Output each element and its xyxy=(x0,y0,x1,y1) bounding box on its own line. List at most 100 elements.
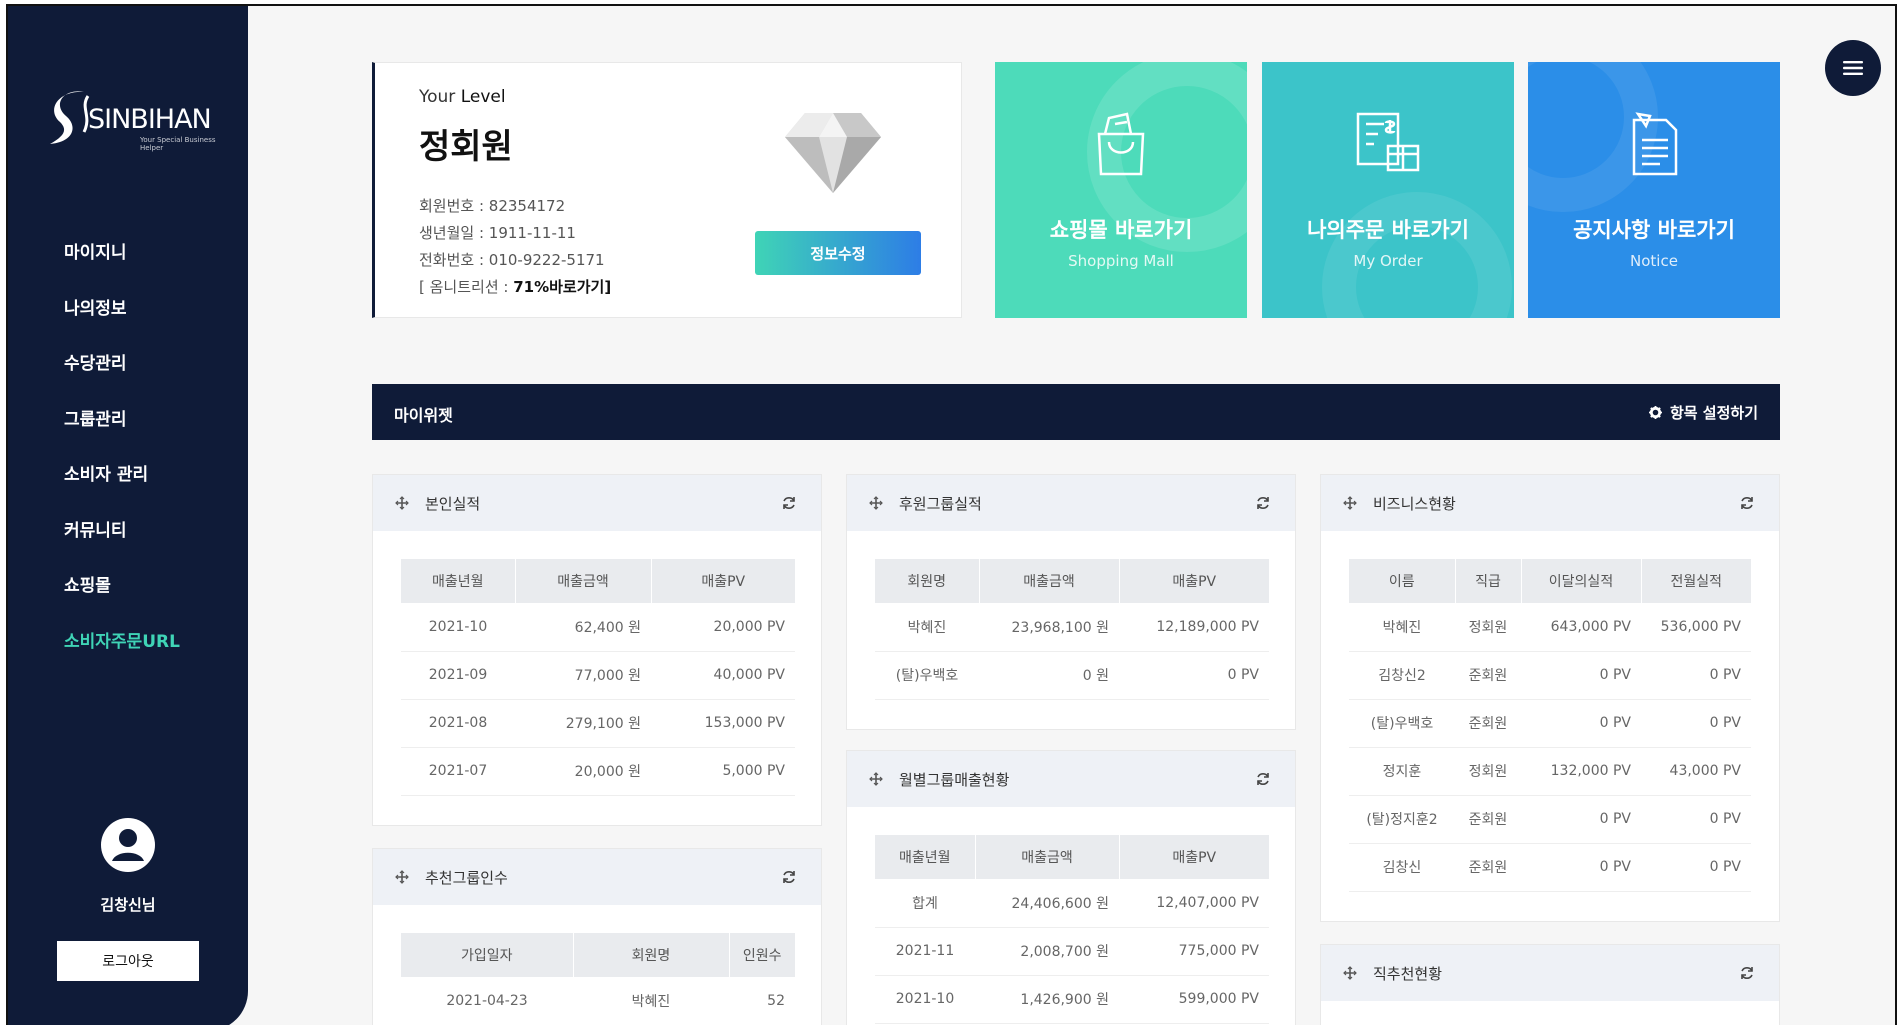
table-cell: 박혜진 xyxy=(875,603,979,652)
notice-document-icon xyxy=(1632,112,1678,176)
table-cell: 0 PV xyxy=(1641,843,1751,892)
table-cell: 김창신2 xyxy=(1349,651,1455,700)
move-cross-icon[interactable] xyxy=(1343,966,1357,980)
level-heading: Your Level xyxy=(419,87,506,107)
table-cell: 0 원 xyxy=(979,651,1119,700)
sidebar-item-consumer-order-url[interactable]: 소비자주문URL xyxy=(64,627,180,683)
own-performance-table: 매출년월 매출금액 매출PV 2021-10 62,400 원 20,000 PV … xyxy=(401,559,795,796)
panel-title: 후원그룹실적 xyxy=(899,495,982,513)
notice-title: 공지사항 바로가기 xyxy=(1573,218,1735,242)
column-header: 인원수 xyxy=(729,933,795,977)
sidebar-item-group[interactable]: 그룹관리 xyxy=(64,405,180,461)
column-header: 매출PV xyxy=(651,559,795,603)
my-order-tile[interactable]: 나의주문 바로가기 My Order xyxy=(1262,62,1514,318)
gear-icon xyxy=(1648,406,1662,419)
widget-settings-label: 항목 설정하기 xyxy=(1669,404,1758,422)
table-row: 박혜진 정회원 643,000 PV 536,000 PV xyxy=(1349,603,1751,652)
table-cell: 박혜진 xyxy=(1349,603,1455,652)
panel-header: 비즈니스현황 xyxy=(1321,475,1779,531)
table-cell: 정지훈 xyxy=(1349,747,1455,796)
table-cell: 12,407,000 PV xyxy=(1119,879,1269,928)
table-row: 2021-10 1,426,900 원 599,000 PV xyxy=(875,975,1269,1024)
sidebar-item-consumer[interactable]: 소비자 관리 xyxy=(64,460,180,516)
table-row: 합계 24,406,600 원 12,407,000 PV xyxy=(875,879,1269,928)
panel-header: 월별그룹매출현황 xyxy=(847,751,1295,807)
sidebar: SINBIHAN Your Special Business Helper 마이… xyxy=(8,6,248,1025)
widget-bar-title: 마이위젯 xyxy=(394,406,453,425)
table-cell: 23,968,100 원 xyxy=(979,603,1119,652)
level-heading-bold: Level xyxy=(460,87,506,107)
table-row: 2021-07 20,000 원 5,000 PV xyxy=(401,747,795,796)
table-cell: 132,000 PV xyxy=(1521,747,1641,796)
column-header: 회원명 xyxy=(573,933,730,977)
table-cell: 준회원 xyxy=(1455,795,1521,844)
level-card: Your Level 정회원 회원번호 : 82354172 생년월일 : 19… xyxy=(372,62,962,318)
level-heading-prefix: Your xyxy=(419,87,461,107)
hamburger-menu-icon xyxy=(1843,61,1863,75)
user-profile: 김창신님 로그아웃 xyxy=(8,818,248,981)
shopping-bag-icon xyxy=(1097,112,1145,176)
business-status-panel: 비즈니스현황 이름 직급 이달의실적 전월실적 박혜진 정회원 643,000 PV… xyxy=(1320,474,1780,922)
widget-settings-button[interactable]: 항목 설정하기 xyxy=(1648,402,1758,423)
column-header: 직급 xyxy=(1455,559,1522,603)
table-cell: 77,000 원 xyxy=(515,651,651,700)
table-cell: 박혜진 xyxy=(573,977,729,1025)
invoice-icon xyxy=(1356,112,1420,172)
member-info: 회원번호 : 82354172 생년월일 : 1911-11-11 전화번호 :… xyxy=(419,193,611,301)
refresh-icon[interactable] xyxy=(1255,771,1271,787)
table-cell: 5,000 PV xyxy=(651,747,795,796)
move-cross-icon[interactable] xyxy=(395,870,409,884)
widget-bar: 마이위젯 항목 설정하기 xyxy=(372,384,1780,440)
panel-title: 본인실적 xyxy=(425,495,481,513)
table-cell: 536,000 PV xyxy=(1641,603,1751,652)
recommend-group-table: 가입일자 회원명 인원수 2021-04-23 박혜진 52 xyxy=(401,933,795,1025)
sponsor-group-table: 회원명 매출금액 매출PV 박혜진 23,968,100 원 12,189,000 … xyxy=(875,559,1269,700)
table-row: (탈)우백호 준회원 0 PV 0 PV xyxy=(1349,699,1751,748)
panel-title: 직추천현황 xyxy=(1373,965,1443,983)
column-header: 매출PV xyxy=(1119,559,1269,603)
hamburger-menu-button[interactable] xyxy=(1825,40,1881,96)
table-cell: (탈)정지훈2 xyxy=(1349,795,1455,844)
refresh-icon[interactable] xyxy=(781,869,797,885)
sidebar-item-community[interactable]: 커뮤니티 xyxy=(64,516,180,572)
move-cross-icon[interactable] xyxy=(1343,496,1357,510)
table-cell: 279,100 원 xyxy=(515,699,651,748)
column-header: 전월실적 xyxy=(1641,559,1751,603)
refresh-icon[interactable] xyxy=(1255,495,1271,511)
table-row: (탈)우백호 0 원0 PV xyxy=(875,651,1269,700)
logo[interactable]: SINBIHAN Your Special Business Helper xyxy=(44,82,224,152)
table-cell: 2021-11 xyxy=(875,927,975,976)
table-row: 2021-04-23 박혜진 52 xyxy=(401,977,795,1025)
move-cross-icon[interactable] xyxy=(395,496,409,510)
table-cell: 62,400 원 xyxy=(515,603,651,652)
sidebar-item-myginie[interactable]: 마이지니 xyxy=(64,238,180,294)
table-cell: 0 PV xyxy=(1521,651,1641,700)
refresh-icon[interactable] xyxy=(1739,495,1755,511)
sidebar-item-commission[interactable]: 수당관리 xyxy=(64,349,180,405)
table-cell: 2021-04-23 xyxy=(401,977,573,1025)
sidebar-item-my-info[interactable]: 나의정보 xyxy=(64,294,180,350)
table-cell: 775,000 PV xyxy=(1119,927,1269,976)
refresh-icon[interactable] xyxy=(781,495,797,511)
shopping-mall-tile[interactable]: 쇼핑몰 바로가기 Shopping Mall xyxy=(995,62,1247,318)
table-cell: 1,426,900 원 xyxy=(975,975,1119,1024)
move-cross-icon[interactable] xyxy=(869,496,883,510)
table-row: 2021-09 77,000 원 40,000 PV xyxy=(401,651,795,700)
logo-tagline: Your Special Business Helper xyxy=(140,136,216,152)
move-cross-icon[interactable] xyxy=(869,772,883,786)
logout-button[interactable]: 로그아웃 xyxy=(57,941,199,981)
table-row: 2021-10 62,400 원 20,000 PV xyxy=(401,603,795,652)
panel-title: 월별그룹매출현황 xyxy=(899,771,1010,789)
diamond-icon xyxy=(785,113,881,193)
table-cell: 0 PV xyxy=(1641,699,1751,748)
column-header: 매출금액 xyxy=(515,559,652,603)
sidebar-item-shop[interactable]: 쇼핑몰 xyxy=(64,571,180,627)
column-header: 이달의실적 xyxy=(1521,559,1642,603)
table-cell: 52 xyxy=(729,977,795,1025)
omnitrition-link[interactable]: [ 옴니트리션 : 71%바로가기] xyxy=(419,274,611,301)
table-row: 김창신 준회원 0 PV 0 PV xyxy=(1349,843,1751,892)
notice-tile[interactable]: 공지사항 바로가기 Notice xyxy=(1528,62,1780,318)
refresh-icon[interactable] xyxy=(1739,965,1755,981)
edit-info-button[interactable]: 정보수정 xyxy=(755,231,921,275)
member-phone: 전화번호 : 010-9222-5171 xyxy=(419,251,605,269)
